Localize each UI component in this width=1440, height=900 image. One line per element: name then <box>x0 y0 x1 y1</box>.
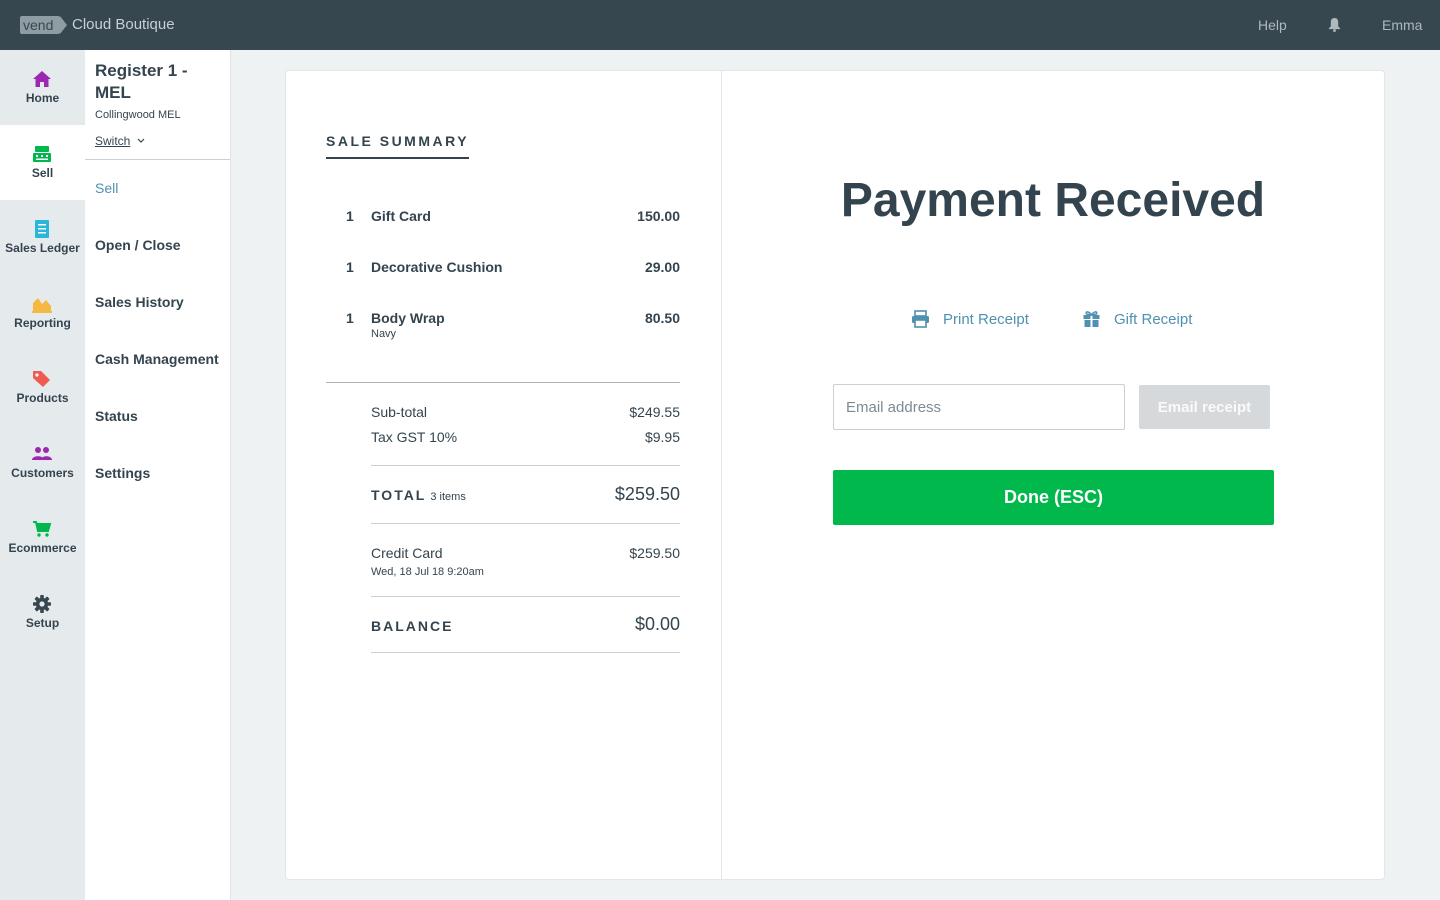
nav-label: Customers <box>11 466 74 480</box>
nav-label: Home <box>25 91 60 105</box>
switch-register-link[interactable]: Switch <box>95 134 130 148</box>
help-link[interactable]: Help <box>1258 17 1287 33</box>
email-receipt-button[interactable]: Email receipt <box>1139 385 1270 429</box>
items-count: 3 items <box>430 491 466 503</box>
chevron-down-icon[interactable] <box>137 138 145 144</box>
customers-icon <box>32 447 52 460</box>
subnav-item-settings[interactable]: Settings <box>95 465 150 481</box>
page-title: Payment Received <box>840 174 1266 227</box>
user-menu[interactable]: Emma <box>1382 17 1422 33</box>
subnav-item-cash-management[interactable]: Cash Management <box>95 351 219 367</box>
done-button[interactable]: Done (ESC) <box>833 470 1274 525</box>
payment-date: Wed, 18 Jul 18 9:20am <box>371 566 484 578</box>
tax-value: $9.95 <box>644 429 680 445</box>
sale-summary-heading: SALE SUMMARY <box>326 133 470 159</box>
subnav-item-open-close[interactable]: Open / Close <box>95 237 181 253</box>
sell-subnav: Register 1 - MEL Collingwood MEL Switch … <box>85 50 231 900</box>
register-title: Register 1 - MEL <box>95 61 188 102</box>
cart-icon <box>33 521 52 537</box>
register-icon <box>33 146 51 162</box>
payment-value: $259.50 <box>629 545 680 561</box>
top-bar: vend Cloud Boutique Help Emma <box>0 0 1440 50</box>
nav-label: Sales Ledger <box>5 241 80 255</box>
subtotal-value: $249.55 <box>629 404 680 420</box>
line-name: Decorative Cushion <box>371 259 503 275</box>
divider <box>371 465 680 466</box>
vend-logo[interactable]: vend <box>20 16 67 34</box>
subnav-item-status[interactable]: Status <box>95 408 138 424</box>
divider <box>371 652 680 653</box>
line-price: 150.00 <box>637 208 680 224</box>
email-field[interactable] <box>833 384 1125 430</box>
gear-icon <box>33 595 51 613</box>
line-qty: 1 <box>346 208 354 224</box>
store-name: Cloud Boutique <box>72 16 175 33</box>
nav-item-ecommerce[interactable]: Ecommerce <box>0 500 85 575</box>
divider <box>371 523 680 524</box>
home-icon <box>33 71 51 87</box>
line-qty: 1 <box>346 259 354 275</box>
payment-method-label: Credit Card <box>371 545 443 561</box>
nav-label: Sell <box>31 166 54 180</box>
nav-item-setup[interactable]: Setup <box>0 575 85 650</box>
printer-icon <box>912 310 929 328</box>
divider <box>371 596 680 597</box>
nav-item-sell[interactable]: Sell <box>0 125 85 200</box>
line-price: 80.50 <box>644 310 680 326</box>
nav-label: Reporting <box>14 316 71 330</box>
print-receipt-label: Print Receipt <box>943 311 1029 328</box>
line-variant: Navy <box>371 328 397 340</box>
nav-label: Setup <box>25 616 60 630</box>
nav-item-home[interactable]: Home <box>0 50 85 125</box>
balance-label: BALANCE <box>371 618 454 634</box>
line-name: Body Wrap <box>371 310 445 326</box>
divider <box>85 159 230 160</box>
chart-icon <box>32 298 52 313</box>
divider <box>326 382 680 383</box>
tax-label: Tax GST 10% <box>371 429 458 445</box>
nav-item-sales-ledger[interactable]: Sales Ledger <box>0 200 85 275</box>
outlet-name: Collingwood MEL <box>95 109 181 121</box>
nav-label: Products <box>16 391 69 405</box>
gift-receipt-label: Gift Receipt <box>1114 311 1193 328</box>
subnav-item-sell[interactable]: Sell <box>95 180 118 196</box>
gift-icon <box>1083 311 1100 327</box>
bell-icon[interactable] <box>1328 18 1341 32</box>
subnav-item-sales-history[interactable]: Sales History <box>95 294 184 310</box>
tag-icon <box>33 371 50 387</box>
nav-item-reporting[interactable]: Reporting <box>0 275 85 350</box>
line-name: Gift Card <box>371 208 431 224</box>
total-value: $259.50 <box>614 484 680 504</box>
gift-receipt-button[interactable]: Gift Receipt <box>1083 311 1193 328</box>
subtotal-label: Sub-total <box>371 404 428 420</box>
ledger-icon <box>35 220 49 238</box>
total-label: TOTAL 3 items <box>371 487 466 503</box>
total-label-text: TOTAL <box>371 487 427 503</box>
nav-item-products[interactable]: Products <box>0 350 85 425</box>
balance-value: $0.00 <box>634 614 680 634</box>
print-receipt-button[interactable]: Print Receipt <box>912 310 1029 328</box>
main-nav: Home Sell Sales Ledger Reporting Product… <box>0 50 85 900</box>
payment-card: SALE SUMMARY 1 Gift Card 150.00 1 Decora… <box>285 70 1385 880</box>
nav-item-customers[interactable]: Customers <box>0 425 85 500</box>
line-qty: 1 <box>346 310 354 326</box>
line-price: 29.00 <box>644 259 680 275</box>
nav-label: Ecommerce <box>8 541 77 555</box>
